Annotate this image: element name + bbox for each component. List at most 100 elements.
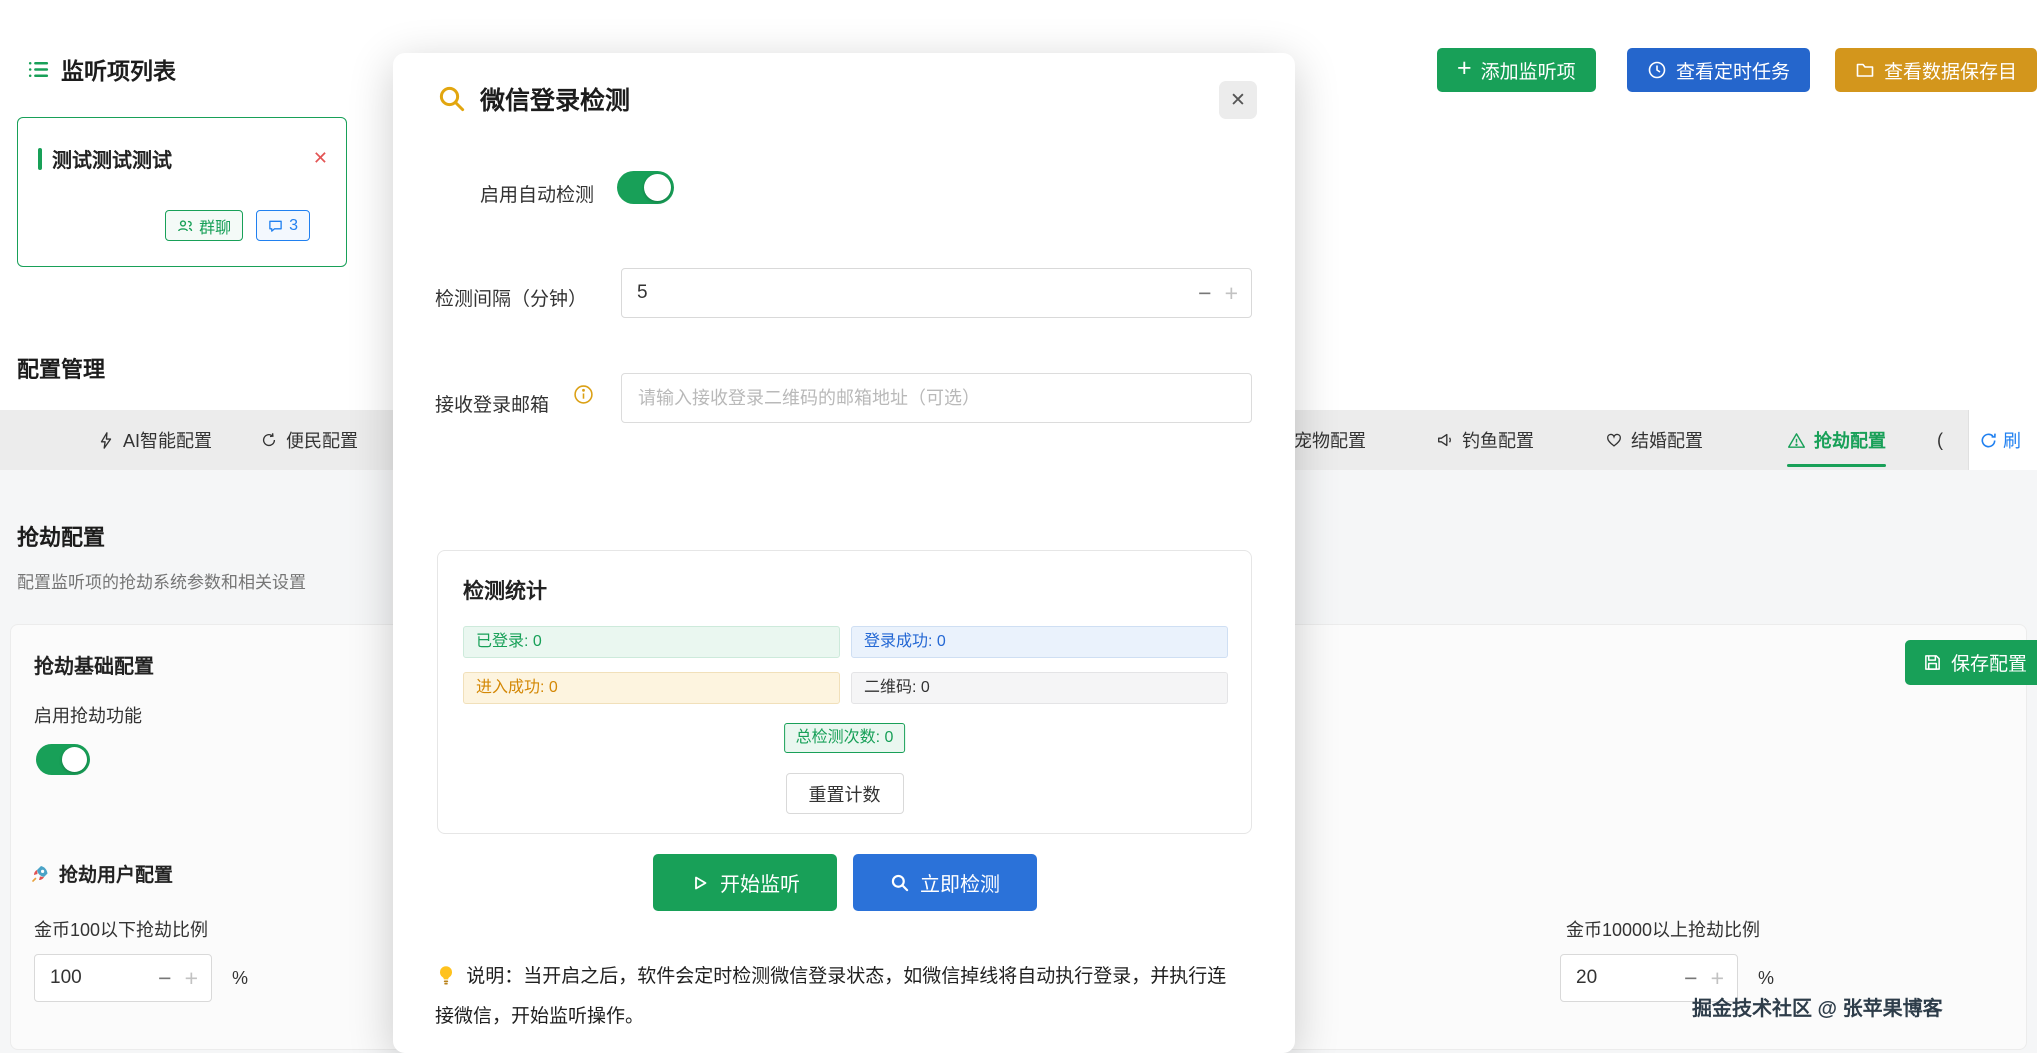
comment-count-badge[interactable]: 3 — [256, 210, 310, 241]
tab-partial[interactable]: ( — [1937, 410, 1943, 470]
minus-stepper[interactable]: − — [150, 965, 179, 992]
high-ratio-label: 金币10000以上抢劫比例 — [1566, 916, 1760, 942]
cycle-icon — [260, 431, 278, 449]
tab-label: 便民配置 — [286, 427, 358, 453]
email-input[interactable] — [621, 373, 1252, 423]
tab-convenience-config[interactable]: 便民配置 — [260, 410, 358, 470]
modal-title-text: 微信登录检测 — [480, 81, 630, 117]
interval-value[interactable] — [622, 282, 1190, 304]
refresh-icon — [1979, 431, 1998, 450]
config-section-title: 配置管理 — [17, 352, 105, 384]
tab-label: 结婚配置 — [1631, 427, 1703, 453]
view-timer-tasks-button[interactable]: 查看定时任务 — [1627, 48, 1810, 92]
percent-unit: % — [232, 968, 248, 989]
base-config-title: 抢劫基础配置 — [34, 650, 154, 679]
refresh-label: 刷 — [2003, 427, 2021, 453]
tab-label: AI智能配置 — [123, 427, 212, 453]
stat-logged-in: 已登录: 0 — [463, 626, 840, 658]
heart-icon — [1605, 431, 1623, 449]
view-data-dir-button[interactable]: 查看数据保存目 — [1835, 48, 2037, 92]
tab-marriage-config[interactable]: 结婚配置 — [1605, 410, 1703, 470]
plus-stepper[interactable]: + — [1706, 965, 1737, 992]
save-icon — [1923, 653, 1942, 672]
high-ratio-value[interactable] — [1561, 967, 1676, 989]
check-now-label: 立即检测 — [920, 868, 1000, 897]
user-config-title: 抢劫用户配置 — [30, 860, 173, 887]
tab-label: ( — [1937, 430, 1943, 451]
auto-detect-toggle[interactable] — [617, 171, 674, 204]
search-icon — [437, 84, 467, 114]
view-data-dir-label: 查看数据保存目 — [1884, 57, 2017, 84]
reset-count-button[interactable]: 重置计数 — [786, 773, 904, 814]
search-icon-small — [890, 873, 910, 893]
plus-icon: + — [1457, 56, 1472, 81]
save-config-label: 保存配置 — [1951, 649, 2027, 676]
stats-panel: 检测统计 已登录: 0 登录成功: 0 进入成功: 0 二维码: 0 总检测次数… — [437, 550, 1252, 834]
tab-label: 宠物配置 — [1294, 427, 1366, 453]
megaphone-icon — [1436, 431, 1454, 449]
list-icon — [26, 57, 51, 82]
robbery-section-title: 抢劫配置 — [17, 520, 105, 552]
modal-note: 说明：当开启之后，软件会定时检测微信登录状态，如微信掉线将自动执行登录，并执行连… — [435, 959, 1235, 1035]
stat-total-count: 总检测次数: 0 — [784, 723, 906, 753]
stats-title: 检测统计 — [463, 575, 547, 605]
group-chat-badge: 群聊 — [165, 210, 243, 241]
wechat-login-detect-modal: 微信登录检测 ✕ 启用自动检测 检测间隔（分钟） − + 接收登录邮箱 检测统计… — [393, 53, 1295, 1053]
save-config-button[interactable]: 保存配置 — [1905, 640, 2037, 685]
minus-stepper[interactable]: − — [1676, 965, 1705, 992]
people-icon — [177, 218, 193, 234]
low-ratio-value[interactable] — [35, 967, 150, 989]
comment-icon — [268, 218, 283, 233]
start-monitor-button[interactable]: 开始监听 — [653, 854, 837, 911]
interval-input: − + — [621, 268, 1252, 318]
user-config-label: 抢劫用户配置 — [59, 860, 173, 887]
low-ratio-label: 金币100以下抢劫比例 — [34, 916, 208, 942]
lightning-icon — [97, 431, 115, 449]
tab-label: 钓鱼配置 — [1462, 427, 1534, 453]
clock-icon — [1647, 60, 1667, 80]
stat-qrcode: 二维码: 0 — [851, 672, 1228, 704]
view-timer-tasks-label: 查看定时任务 — [1676, 57, 1790, 84]
monitor-card-badges: 群聊 3 — [165, 210, 310, 241]
plus-stepper[interactable]: + — [180, 965, 211, 992]
monitor-item-card[interactable]: 测试测试测试 ✕ 群聊 3 — [17, 117, 347, 267]
accent-bar — [38, 148, 42, 170]
warning-triangle-icon — [1787, 431, 1806, 450]
group-chat-label: 群聊 — [199, 214, 231, 238]
percent-unit: % — [1758, 968, 1774, 989]
low-ratio-input: − + — [34, 954, 212, 1002]
enable-robbery-toggle[interactable] — [36, 744, 90, 775]
tab-robbery-config[interactable]: 抢劫配置 — [1787, 410, 1886, 470]
robbery-section-subtitle: 配置监听项的抢劫系统参数和相关设置 — [17, 568, 306, 593]
enable-robbery-label: 启用抢劫功能 — [34, 702, 142, 728]
stat-enter-success: 进入成功: 0 — [463, 672, 840, 704]
stat-login-success: 登录成功: 0 — [851, 626, 1228, 658]
auto-detect-label: 启用自动检测 — [480, 180, 594, 207]
plus-stepper[interactable]: + — [1220, 280, 1251, 307]
folder-icon — [1855, 60, 1875, 80]
play-icon — [690, 873, 710, 893]
tab-fishing-config[interactable]: 钓鱼配置 — [1436, 410, 1534, 470]
tab-label: 抢劫配置 — [1814, 427, 1886, 453]
bulb-icon — [435, 963, 457, 999]
rocket-icon — [30, 864, 50, 884]
monitor-close-icon[interactable]: ✕ — [313, 148, 328, 169]
minus-stepper[interactable]: − — [1190, 280, 1219, 307]
email-label: 接收登录邮箱 — [435, 390, 549, 417]
interval-label: 检测间隔（分钟） — [435, 284, 587, 311]
page-title-text: 监听项列表 — [61, 52, 176, 86]
refresh-config-button[interactable]: 刷 — [1968, 410, 2037, 470]
modal-title: 微信登录检测 — [437, 81, 630, 117]
monitor-card-header: 测试测试测试 ✕ — [38, 144, 328, 173]
check-now-button[interactable]: 立即检测 — [853, 854, 1037, 911]
modal-close-button[interactable]: ✕ — [1219, 81, 1257, 119]
info-icon[interactable] — [573, 384, 594, 405]
modal-note-text: 说明：当开启之后，软件会定时检测微信登录状态，如微信掉线将自动执行登录，并执行连… — [435, 966, 1226, 1027]
monitor-item-title: 测试测试测试 — [52, 144, 303, 173]
page-title: 监听项列表 — [26, 52, 176, 86]
watermark: 掘金技术社区 @ 张苹果博客 — [1692, 992, 1943, 1021]
tab-ai-config[interactable]: AI智能配置 — [97, 410, 212, 470]
comment-count: 3 — [289, 217, 298, 235]
add-monitor-button[interactable]: + 添加监听项 — [1437, 48, 1596, 92]
add-monitor-label: 添加监听项 — [1481, 57, 1576, 84]
